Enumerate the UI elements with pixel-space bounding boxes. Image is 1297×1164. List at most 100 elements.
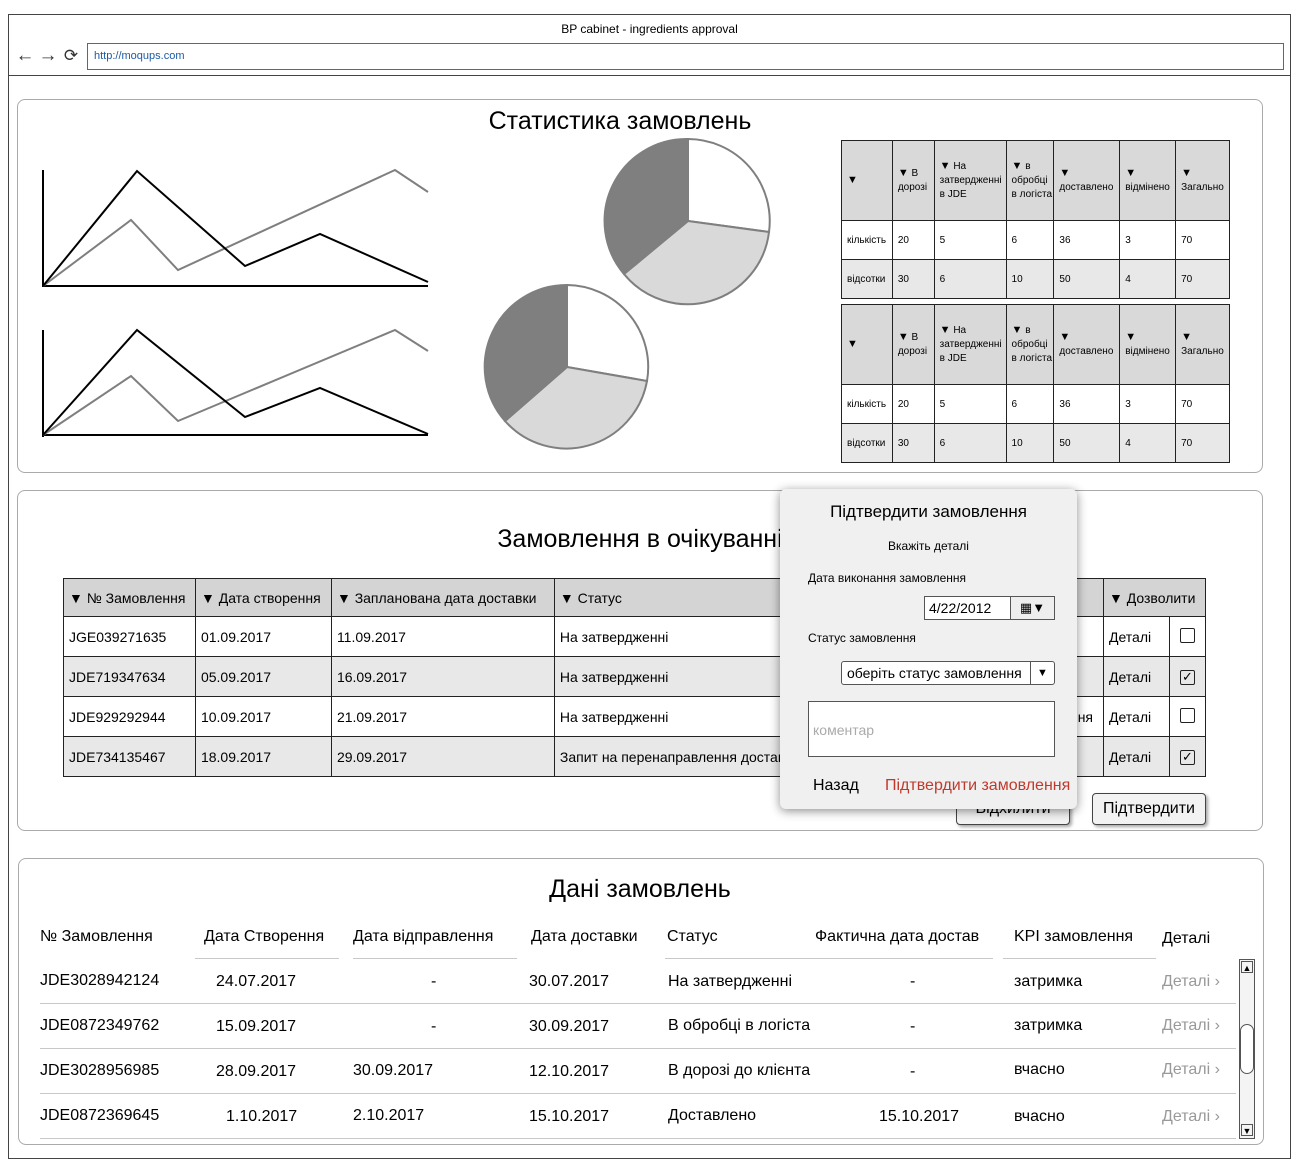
- planned-date: 21.09.2017: [330, 696, 555, 737]
- status-label: Статус замовлення: [808, 631, 916, 645]
- status-select[interactable]: оберіть статус замовлення ▼: [841, 661, 1055, 685]
- stats-header-cell[interactable]: ▼ відмінено: [1119, 304, 1177, 385]
- header-status: Статус: [667, 928, 718, 945]
- sort-triangle-icon[interactable]: ▼: [898, 331, 909, 343]
- sort-triangle-icon[interactable]: ▼: [560, 590, 574, 606]
- sort-triangle-icon[interactable]: ▼: [898, 167, 909, 179]
- chevron-right-icon[interactable]: ›: [1215, 1108, 1220, 1125]
- comment-placeholder[interactable]: коментар: [813, 722, 874, 738]
- stats-cell: 4: [1119, 259, 1177, 299]
- sort-triangle-icon[interactable]: ▼: [69, 590, 83, 606]
- header-kpi: KPI замовлення: [1014, 928, 1134, 945]
- created-date: 01.09.2017: [194, 616, 332, 657]
- sort-triangle-icon[interactable]: ▼: [940, 324, 951, 336]
- popup-subtitle: Вкажіть деталі: [888, 539, 969, 553]
- back-arrow-icon[interactable]: ←: [15, 46, 35, 66]
- allow-checkbox[interactable]: ✓: [1168, 736, 1207, 777]
- allow-checkbox[interactable]: [1168, 696, 1207, 737]
- sent-date: -: [431, 973, 437, 990]
- confirm-order-button[interactable]: Підтвердити замовлення: [885, 777, 1070, 795]
- checkbox-icon[interactable]: [1179, 707, 1195, 723]
- stats-cell: відсотки: [841, 259, 893, 299]
- sort-triangle-icon[interactable]: ▼: [1012, 324, 1023, 336]
- order-id: JDE0872349762: [40, 1017, 160, 1034]
- chevron-down-icon[interactable]: ▼: [1030, 662, 1054, 684]
- calendar-icon[interactable]: ▦▼: [1010, 597, 1054, 619]
- comment-field[interactable]: коментар: [808, 701, 1055, 757]
- column-header-planned[interactable]: ▼ Запланована дата доставки: [330, 578, 555, 617]
- status-select-value[interactable]: оберіть статус замовлення: [847, 665, 1022, 681]
- details-link[interactable]: Деталі ›: [1162, 1108, 1220, 1126]
- scroll-up-icon[interactable]: ▲: [1241, 961, 1253, 973]
- sort-triangle-icon[interactable]: ▼: [1125, 331, 1136, 343]
- stats-header-cell[interactable]: ▼ На затвердженні в JDE: [933, 140, 1007, 221]
- chevron-right-icon[interactable]: ›: [1215, 973, 1220, 990]
- details-link[interactable]: Деталі: [1103, 696, 1170, 737]
- stats-header-cell[interactable]: ▼ доставлено: [1053, 304, 1121, 385]
- sort-triangle-icon[interactable]: ▼: [337, 590, 351, 606]
- forward-arrow-icon[interactable]: →: [38, 46, 58, 66]
- details-link[interactable]: Деталі ›: [1162, 1061, 1220, 1079]
- details-link[interactable]: Деталі ›: [1162, 973, 1220, 991]
- sort-triangle-icon[interactable]: ▼: [1012, 160, 1023, 172]
- details-link[interactable]: Деталі ›: [1162, 1017, 1220, 1035]
- delivery-date: 30.09.2017: [529, 1018, 610, 1035]
- checkbox-checked-icon[interactable]: ✓: [1179, 750, 1195, 765]
- stats-cell: 50: [1053, 423, 1121, 463]
- date-value[interactable]: 4/22/2012: [929, 600, 991, 616]
- statistics-title: Статистика замовлень: [488, 107, 752, 135]
- chevron-right-icon[interactable]: ›: [1215, 1061, 1220, 1078]
- stats-header-cell[interactable]: ▼ В дорозі: [891, 304, 935, 385]
- stats-header-cell[interactable]: ▼ Загально: [1175, 304, 1230, 385]
- stats-header-cell[interactable]: ▼ доставлено: [1053, 140, 1121, 221]
- allow-checkbox[interactable]: ✓: [1168, 656, 1207, 697]
- sort-triangle-icon[interactable]: ▼: [1181, 167, 1192, 179]
- order-status: Доставлено: [668, 1107, 757, 1124]
- sort-triangle-icon[interactable]: ▼: [847, 174, 858, 186]
- date-picker[interactable]: 4/22/2012 ▦▼: [924, 596, 1055, 620]
- scroll-down-icon[interactable]: ▼: [1241, 1124, 1253, 1136]
- sort-triangle-icon[interactable]: ▼: [847, 338, 858, 350]
- stats-header-cell[interactable]: ▼ Загально: [1175, 140, 1230, 221]
- stats-header-cell[interactable]: ▼ відмінено: [1119, 140, 1177, 221]
- details-link[interactable]: Деталі: [1103, 736, 1170, 777]
- checkbox-icon[interactable]: [1179, 627, 1195, 643]
- stats-header-cell[interactable]: ▼ в обробці в логіста: [1005, 304, 1055, 385]
- scrollbar-thumb[interactable]: [1240, 1024, 1254, 1074]
- allow-checkbox[interactable]: [1168, 616, 1207, 657]
- stats-header-cell[interactable]: ▼: [841, 140, 893, 221]
- column-header-created[interactable]: ▼ Дата створення: [194, 578, 332, 617]
- sort-triangle-icon[interactable]: ▼: [1109, 590, 1123, 606]
- details-link[interactable]: Деталі: [1103, 616, 1170, 657]
- kpi-value: затримка: [1014, 1017, 1083, 1034]
- address-bar[interactable]: http://moqups.com: [87, 43, 1284, 70]
- stats-header-cell[interactable]: ▼ На затвердженні в JDE: [933, 304, 1007, 385]
- sort-triangle-icon[interactable]: ▼: [201, 590, 215, 606]
- stats-header-cell[interactable]: ▼ В дорозі: [891, 140, 935, 221]
- details-link[interactable]: Деталі: [1103, 656, 1170, 697]
- sort-triangle-icon[interactable]: ▼: [1181, 331, 1192, 343]
- order-id: JDE3028942124: [40, 972, 160, 989]
- stats-cell: 6: [933, 259, 1007, 299]
- stats-header-cell[interactable]: ▼ в обробці в логіста: [1005, 140, 1055, 221]
- back-button[interactable]: Назад: [813, 777, 859, 795]
- sort-triangle-icon[interactable]: ▼: [940, 160, 951, 172]
- chevron-right-icon[interactable]: ›: [1215, 1017, 1220, 1034]
- sort-triangle-icon[interactable]: ▼: [1059, 331, 1070, 343]
- stats-cell: 30: [891, 259, 935, 299]
- checkbox-checked-icon[interactable]: ✓: [1179, 670, 1195, 685]
- actual-date: -: [910, 1018, 916, 1035]
- scrollbar[interactable]: ▲ ▼: [1239, 959, 1255, 1139]
- reload-icon[interactable]: ⟳: [61, 46, 81, 66]
- column-header-allow[interactable]: ▼ Дозволити: [1103, 578, 1206, 617]
- planned-date: 29.09.2017: [330, 736, 555, 777]
- stats-cell: 20: [891, 384, 935, 424]
- stats-header-cell[interactable]: ▼: [841, 304, 893, 385]
- sort-triangle-icon[interactable]: ▼: [1125, 167, 1136, 179]
- approve-button[interactable]: Підтвердити: [1092, 793, 1206, 825]
- created-date: 28.09.2017: [216, 1063, 297, 1080]
- sort-triangle-icon[interactable]: ▼: [1059, 167, 1070, 179]
- actual-date: -: [910, 1063, 916, 1080]
- column-header-order-no[interactable]: ▼ № Замовлення: [63, 578, 196, 617]
- divider: [353, 958, 517, 959]
